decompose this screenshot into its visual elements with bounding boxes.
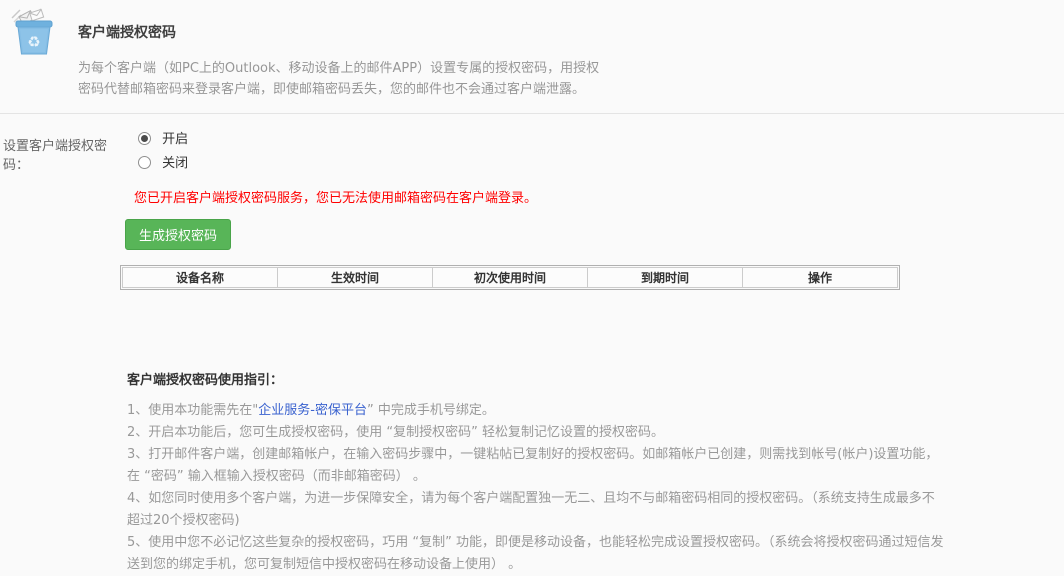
- radio-enable[interactable]: [138, 132, 151, 145]
- table-header-effective-time: 生效时间: [277, 267, 433, 288]
- settings-page: ♻ 客户端授权密码 为每个客户端（如PC上的Outlook、移动设备上的邮件AP…: [0, 0, 1064, 576]
- radio-row-enable[interactable]: 开启: [120, 131, 1064, 149]
- password-table-wrap: 设备名称 生效时间 初次使用时间 到期时间 操作: [120, 265, 900, 290]
- radio-enable-label: 开启: [162, 132, 189, 147]
- guide-item-1: 1、使用本功能需先在"企业服务-密保平台” 中完成手机号绑定。: [127, 400, 945, 422]
- password-table: 设备名称 生效时间 初次使用时间 到期时间 操作: [122, 267, 898, 288]
- radio-row-disable[interactable]: 关闭: [120, 155, 1064, 173]
- table-header-device: 设备名称: [122, 267, 278, 288]
- form-label: 设置客户端授权密码：: [3, 139, 108, 173]
- mail-client-trash-icon: ♻: [10, 8, 58, 58]
- guide-item-2: 2、开启本功能后，您可生成授权密码，使用 “复制授权密码” 轻松复制记忆设置的授…: [127, 425, 665, 440]
- table-header-first-use-time: 初次使用时间: [432, 267, 588, 288]
- usage-guide-heading: 客户端授权密码使用指引：: [127, 373, 284, 388]
- secure-platform-link[interactable]: 企业服务-密保平台: [258, 403, 367, 418]
- status-notice: 您已开启客户端授权密码服务，您已无法使用邮箱密码在客户端登录。: [134, 191, 538, 206]
- auth-password-form: 设置客户端授权密码： 开启 关闭 您已开启客户端授权密码服务，您已无法使用邮箱密…: [0, 114, 1064, 576]
- guide-item-3: 3、打开邮件客户端，创建邮箱帐户，在输入密码步骤中，一键粘帖已复制好的授权密码。…: [127, 447, 939, 484]
- guide-item-1-suffix: ” 中完成手机号绑定。: [366, 403, 495, 418]
- radio-disable[interactable]: [138, 156, 151, 169]
- feature-header: ♻ 客户端授权密码 为每个客户端（如PC上的Outlook、移动设备上的邮件AP…: [0, 0, 1064, 113]
- table-header-row: 设备名称 生效时间 初次使用时间 到期时间 操作: [122, 267, 898, 288]
- page-title: 客户端授权密码: [78, 25, 176, 41]
- table-header-expire-time: 到期时间: [587, 267, 743, 288]
- feature-description: 为每个客户端（如PC上的Outlook、移动设备上的邮件APP）设置专属的授权密…: [78, 61, 600, 97]
- guide-item-1-prefix: 1、使用本功能需先在": [127, 403, 259, 418]
- guide-item-4: 4、如您同时使用多个客户端，为进一步保障安全，请为每个客户端配置独一无二、且均不…: [127, 491, 935, 528]
- guide-item-5: 5、使用中您不必记忆这些复杂的授权密码，巧用 “复制” 功能，即便是移动设备，也…: [127, 535, 944, 572]
- header-text-block: 客户端授权密码 为每个客户端（如PC上的Outlook、移动设备上的邮件APP）…: [78, 8, 599, 113]
- generate-password-button[interactable]: 生成授权密码: [125, 219, 232, 250]
- radio-disable-label: 关闭: [162, 156, 189, 171]
- usage-guide: 客户端授权密码使用指引： 1、使用本功能需先在"企业服务-密保平台” 中完成手机…: [127, 370, 945, 576]
- svg-text:♻: ♻: [27, 33, 40, 51]
- form-content: 开启 关闭 您已开启客户端授权密码服务，您已无法使用邮箱密码在客户端登录。 生成…: [120, 131, 1064, 576]
- table-header-actions: 操作: [742, 267, 898, 288]
